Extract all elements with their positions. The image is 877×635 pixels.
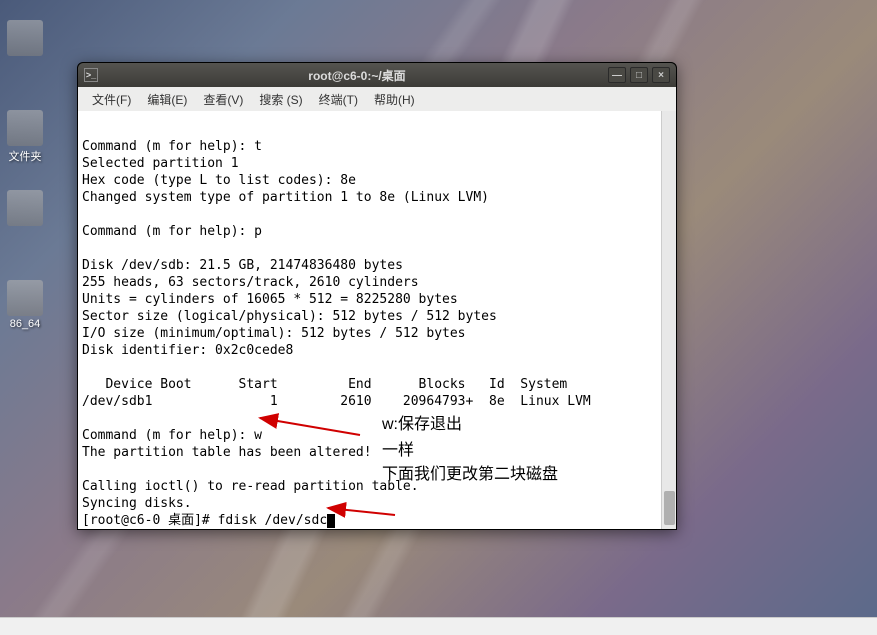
terminal-icon: >_ [84, 68, 98, 82]
scroll-thumb[interactable] [664, 491, 675, 525]
maximize-button[interactable]: □ [630, 67, 648, 83]
terminal-window: >_ root@c6-0:~/桌面 — □ × 文件(F) 编辑(E) 查看(V… [77, 62, 677, 530]
terminal-content-wrap: Command (m for help): t Selected partiti… [78, 111, 676, 529]
menu-search[interactable]: 搜索 (S) [251, 88, 310, 111]
desktop-icon-4[interactable]: 86_64 [0, 280, 50, 330]
menu-edit[interactable]: 编辑(E) [139, 88, 195, 111]
menu-help[interactable]: 帮助(H) [366, 88, 423, 111]
bottom-bar [0, 617, 877, 635]
folder-icon [7, 20, 43, 56]
window-title: root@c6-0:~/桌面 [106, 67, 608, 84]
menubar: 文件(F) 编辑(E) 查看(V) 搜索 (S) 终端(T) 帮助(H) [78, 87, 676, 111]
desktop-icon-1[interactable] [0, 20, 50, 58]
scrollbar[interactable] [661, 111, 676, 529]
close-button[interactable]: × [652, 67, 670, 83]
menu-file[interactable]: 文件(F) [84, 88, 139, 111]
desktop-icon-3[interactable] [0, 190, 50, 228]
minimize-button[interactable]: — [608, 67, 626, 83]
icon-label: 文件夹 [9, 151, 42, 163]
terminal-output[interactable]: Command (m for help): t Selected partiti… [78, 111, 661, 529]
titlebar[interactable]: >_ root@c6-0:~/桌面 — □ × [78, 63, 676, 87]
desktop-icon-folder[interactable]: 文件夹 [0, 110, 50, 164]
menu-view[interactable]: 查看(V) [195, 88, 251, 111]
disc-icon [7, 280, 43, 316]
menu-terminal[interactable]: 终端(T) [311, 88, 366, 111]
window-controls: — □ × [608, 67, 670, 83]
terminal-cursor [327, 514, 335, 528]
folder-icon [7, 110, 43, 146]
icon-label: 86_64 [10, 318, 41, 330]
file-icon [7, 190, 43, 226]
